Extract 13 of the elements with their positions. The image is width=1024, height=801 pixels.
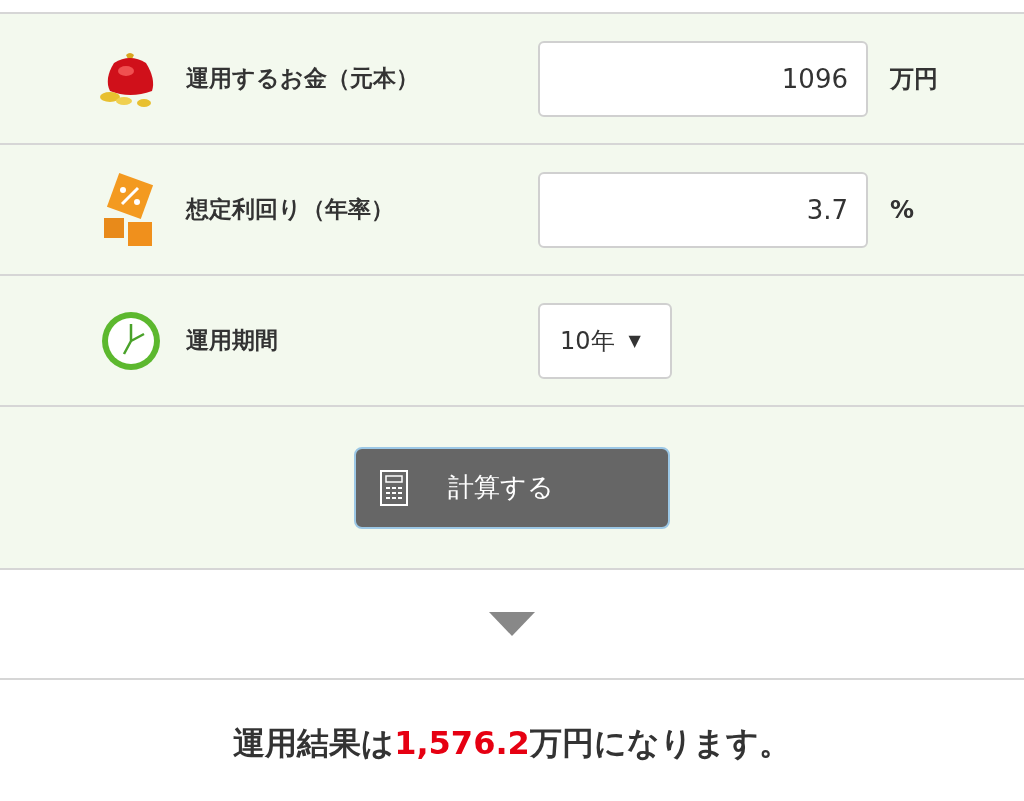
unit-label: 万円 bbox=[890, 63, 938, 95]
result-text: 運用結果は 1,576.2万円になります。 bbox=[232, 723, 792, 764]
number-field[interactable]: 1096 bbox=[538, 40, 868, 117]
field-label: 想定利回り（年率） bbox=[186, 195, 394, 224]
clock-icon bbox=[100, 309, 162, 372]
period-dropdown[interactable]: 10年 ▼ bbox=[538, 302, 672, 379]
unit-label: % bbox=[890, 195, 915, 224]
calculator-icon bbox=[380, 469, 408, 506]
field-label: 運用するお金（元本） bbox=[186, 64, 419, 93]
field-label: 運用期間 bbox=[186, 326, 278, 355]
down-arrow-icon bbox=[489, 612, 535, 636]
calculate-button[interactable]: 計算する bbox=[354, 446, 670, 529]
number-field[interactable]: 3.7 bbox=[538, 171, 868, 248]
